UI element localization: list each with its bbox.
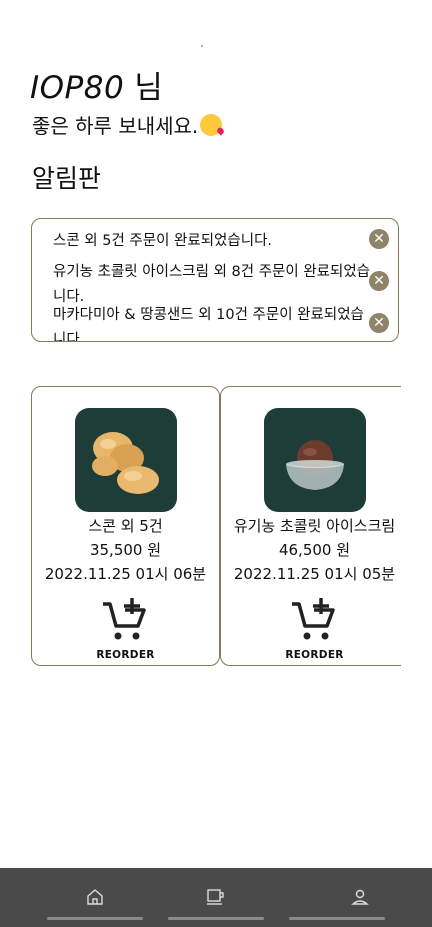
reorder-button[interactable]: REORDER [32, 649, 219, 661]
person-icon [351, 889, 369, 905]
order-name: 스콘 외 5건 [88, 517, 163, 535]
notice-item: 스콘 외 5건 주문이 완료되었습니다. [53, 233, 273, 249]
scone-image [75, 408, 177, 512]
greeting-text: 좋은 하루 보내세요. [32, 114, 199, 138]
reorder-button[interactable]: REORDER [221, 649, 401, 661]
username: IOP80 [30, 70, 125, 106]
bottom-navigation [0, 868, 432, 927]
close-icon[interactable]: ✕ [369, 313, 389, 333]
nav-indicator [289, 917, 385, 920]
order-price: 46,500 원 [278, 541, 351, 559]
close-icon[interactable]: ✕ [369, 271, 389, 291]
recent-orders-carousel[interactable]: 스콘 외 5건 35,500 원 2022.11.25 01시 06분 REOR… [31, 386, 401, 667]
add-to-cart-icon[interactable] [101, 596, 147, 642]
order-card[interactable]: 스콘 외 5건 35,500 원 2022.11.25 01시 06분 REOR… [31, 386, 220, 666]
order-card[interactable]: 유기농 초콜릿 아이스크림 46,500 원 2022.11.25 01시 05… [220, 386, 401, 666]
chocolate-ice-cream-image [264, 408, 366, 512]
close-icon[interactable]: ✕ [369, 229, 389, 249]
order-name: 유기농 초콜릿 아이스크림 [233, 517, 396, 535]
smiling-face-with-hearts-icon [200, 114, 223, 136]
nav-indicator [168, 917, 264, 920]
notice-board[interactable]: 스콘 외 5건 주문이 완료되었습니다. ✕ 유기농 초콜릿 아이스크림 외 8… [31, 218, 399, 342]
greeting-message: 좋은 하루 보내세요. [32, 113, 223, 139]
status-dot [201, 45, 203, 47]
user-greeting: IOP80 님 [30, 68, 163, 108]
username-suffix: 님 [134, 70, 164, 106]
add-to-cart-icon[interactable] [290, 596, 336, 642]
notice-board-title: 알림판 [32, 164, 102, 193]
order-date: 2022.11.25 01시 05분 [233, 565, 396, 583]
coffee-cup-icon [207, 889, 224, 905]
home-icon [87, 889, 103, 905]
username-line: IOP80 님 [30, 68, 163, 108]
order-date: 2022.11.25 01시 06분 [44, 565, 207, 583]
nav-indicator [47, 917, 143, 920]
order-price: 35,500 원 [89, 541, 162, 559]
notice-item: 마카다미아 & 땅콩샌드 외 10건 주문이 완료되었습니다. [53, 307, 364, 342]
